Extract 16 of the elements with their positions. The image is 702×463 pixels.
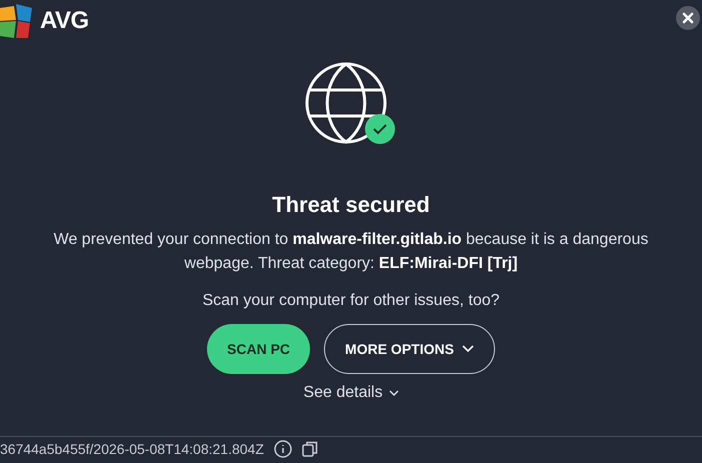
caret-icon: [388, 390, 399, 396]
close-button[interactable]: [676, 6, 700, 30]
logo-text: AVG: [40, 7, 89, 35]
report-id: 36744a5b455f/2026-05-08T14:08:21.804Z: [0, 441, 264, 457]
scan-button[interactable]: SCAN PC: [207, 324, 310, 374]
close-icon: [682, 12, 694, 24]
globe-icon: [305, 62, 387, 144]
caret-icon: [462, 345, 474, 353]
check-badge-icon: [365, 114, 395, 144]
scan-prompt: Scan your computer for other issues, too?: [202, 292, 500, 310]
info-icon[interactable]: [274, 440, 292, 458]
details-link[interactable]: See details: [303, 384, 399, 402]
options-button[interactable]: MORE OPTIONS: [324, 324, 495, 374]
copy-icon[interactable]: [302, 441, 318, 457]
alert-message: We prevented your connection to malware-filter.gitlab.io because it is a dangerous webpage. Threat category: ELF:Mirai-DFI [Trj]: [52, 230, 650, 274]
alert-title: Threat secured: [272, 192, 430, 218]
